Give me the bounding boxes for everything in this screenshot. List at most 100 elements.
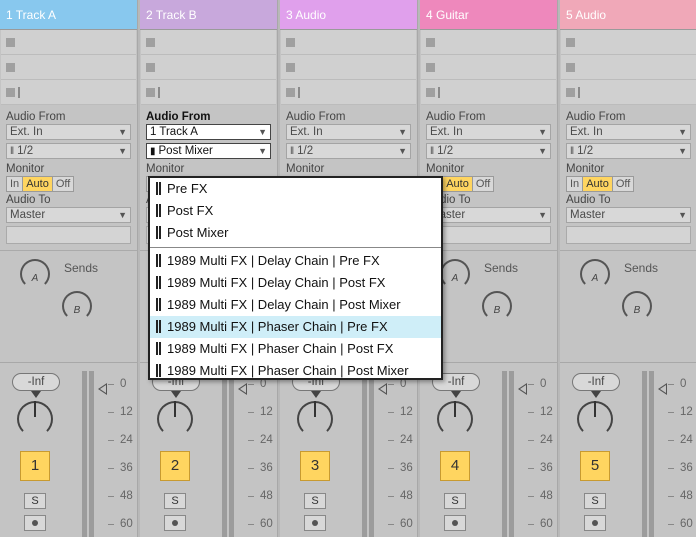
menu-item[interactable]: Post FX <box>150 200 441 222</box>
pan-knob[interactable] <box>17 391 53 437</box>
volume-readout[interactable]: -Inf <box>572 373 620 391</box>
menu-item[interactable]: 1989 Multi FX | Delay Chain | Post FX <box>150 272 441 294</box>
clip-slot[interactable] <box>141 80 276 105</box>
arm-button[interactable] <box>164 515 186 531</box>
channel-icon: ‖ <box>290 146 295 157</box>
solo-button[interactable]: S <box>164 493 186 509</box>
track-header[interactable]: 5 Audio <box>560 0 696 30</box>
arm-button[interactable] <box>584 515 606 531</box>
menu-item[interactable]: Pre FX <box>150 178 441 200</box>
monitor-off-button[interactable]: Off <box>471 176 495 192</box>
clip-slot[interactable] <box>141 30 276 55</box>
audio-to-select[interactable]: Master▼ <box>6 207 131 223</box>
monitor-auto-button[interactable]: Auto <box>582 176 613 192</box>
arm-button[interactable] <box>444 515 466 531</box>
clip-slot[interactable] <box>421 30 556 55</box>
track-header[interactable]: 2 Track B <box>140 0 277 30</box>
arm-button[interactable] <box>24 515 46 531</box>
monitor-in-button[interactable]: In <box>566 176 584 192</box>
pan-knob[interactable] <box>297 391 333 437</box>
slot-stop-icon[interactable] <box>286 63 295 72</box>
chevron-down-icon: ▼ <box>398 146 407 156</box>
slot-stop-icon[interactable] <box>286 38 295 47</box>
clip-slot[interactable] <box>1 80 136 105</box>
send-b-knob[interactable]: B <box>62 291 92 321</box>
monitor-in-button[interactable]: In <box>6 176 24 192</box>
menu-item[interactable]: 1989 Multi FX | Delay Chain | Post Mixer <box>150 294 441 316</box>
send-a-knob[interactable]: A <box>20 259 50 289</box>
menu-item[interactable]: 1989 Multi FX | Delay Chain | Pre FX <box>150 250 441 272</box>
audio-to-channel-select[interactable] <box>426 226 551 244</box>
slot-stop-icon[interactable] <box>426 88 435 97</box>
menu-item[interactable]: Post Mixer <box>150 222 441 244</box>
audio-to-channel-select[interactable] <box>6 226 131 244</box>
input-channel-select[interactable]: ‖ 1/2 ▼ <box>426 143 551 159</box>
track-activator-button[interactable]: 1 <box>20 451 50 481</box>
audio-to-select[interactable]: Master▼ <box>426 207 551 223</box>
input-channel-select[interactable]: ▮ Post Mixer ▼ <box>146 143 271 159</box>
track-header[interactable]: 1 Track A <box>0 0 137 30</box>
input-channel-menu[interactable]: Pre FX Post FX Post Mixer 1989 Multi FX | D… <box>148 176 443 380</box>
clip-slot[interactable] <box>281 80 416 105</box>
volume-readout[interactable]: -Inf <box>12 373 60 391</box>
sends-label: Sends <box>64 261 99 275</box>
clip-slot[interactable] <box>421 80 556 105</box>
track-activator-button[interactable]: 5 <box>580 451 610 481</box>
audio-to-channel-select[interactable] <box>566 226 691 244</box>
slot-stop-icon[interactable] <box>6 38 15 47</box>
input-channel-select[interactable]: ‖ 1/2 ▼ <box>566 143 691 159</box>
slot-stop-icon[interactable] <box>566 38 575 47</box>
pan-knob[interactable] <box>577 391 613 437</box>
send-a-knob[interactable]: A <box>440 259 470 289</box>
monitor-auto-button[interactable]: Auto <box>442 176 473 192</box>
arm-button[interactable] <box>304 515 326 531</box>
monitor-auto-button[interactable]: Auto <box>22 176 53 192</box>
slot-stop-icon[interactable] <box>6 88 15 97</box>
slot-stop-icon[interactable] <box>426 38 435 47</box>
send-b-knob[interactable]: B <box>622 291 652 321</box>
clip-slot[interactable] <box>561 30 696 55</box>
clip-slot[interactable] <box>1 55 136 80</box>
monitor-off-button[interactable]: Off <box>611 176 635 192</box>
solo-button[interactable]: S <box>584 493 606 509</box>
slot-stop-icon[interactable] <box>426 63 435 72</box>
track-header[interactable]: 4 Guitar <box>420 0 557 30</box>
pan-knob[interactable] <box>157 391 193 437</box>
audio-from-select[interactable]: Ext. In ▼ <box>6 124 131 140</box>
audio-from-select[interactable]: Ext. In ▼ <box>566 124 691 140</box>
send-a-knob[interactable]: A <box>580 259 610 289</box>
slot-stop-icon[interactable] <box>146 38 155 47</box>
menu-item[interactable]: 1989 Multi FX | Phaser Chain | Pre FX <box>150 316 441 338</box>
menu-item[interactable]: 1989 Multi FX | Phaser Chain | Post Mixe… <box>150 360 441 382</box>
input-channel-select[interactable]: ‖ 1/2 ▼ <box>286 143 411 159</box>
clip-slot[interactable] <box>561 55 696 80</box>
input-channel-select[interactable]: ‖ 1/2 ▼ <box>6 143 131 159</box>
solo-button[interactable]: S <box>24 493 46 509</box>
audio-from-select[interactable]: 1 Track A ▼ <box>146 124 271 140</box>
send-b-knob[interactable]: B <box>482 291 512 321</box>
slot-stop-icon[interactable] <box>146 63 155 72</box>
audio-from-select[interactable]: Ext. In ▼ <box>426 124 551 140</box>
clip-slot[interactable] <box>421 55 556 80</box>
track-activator-button[interactable]: 3 <box>300 451 330 481</box>
clip-slot[interactable] <box>1 30 136 55</box>
monitor-off-button[interactable]: Off <box>51 176 75 192</box>
slot-stop-icon[interactable] <box>566 88 575 97</box>
slot-stop-icon[interactable] <box>566 63 575 72</box>
clip-slot[interactable] <box>281 55 416 80</box>
clip-slot[interactable] <box>141 55 276 80</box>
clip-slot[interactable] <box>281 30 416 55</box>
track-activator-button[interactable]: 4 <box>440 451 470 481</box>
audio-to-select[interactable]: Master▼ <box>566 207 691 223</box>
clip-slot[interactable] <box>561 80 696 105</box>
audio-from-select[interactable]: Ext. In ▼ <box>286 124 411 140</box>
pan-knob[interactable] <box>437 391 473 437</box>
track-activator-button[interactable]: 2 <box>160 451 190 481</box>
menu-item[interactable]: 1989 Multi FX | Phaser Chain | Post FX <box>150 338 441 360</box>
slot-stop-icon[interactable] <box>146 88 155 97</box>
track-header[interactable]: 3 Audio <box>280 0 417 30</box>
slot-stop-icon[interactable] <box>286 88 295 97</box>
solo-button[interactable]: S <box>444 493 466 509</box>
slot-stop-icon[interactable] <box>6 63 15 72</box>
solo-button[interactable]: S <box>304 493 326 509</box>
